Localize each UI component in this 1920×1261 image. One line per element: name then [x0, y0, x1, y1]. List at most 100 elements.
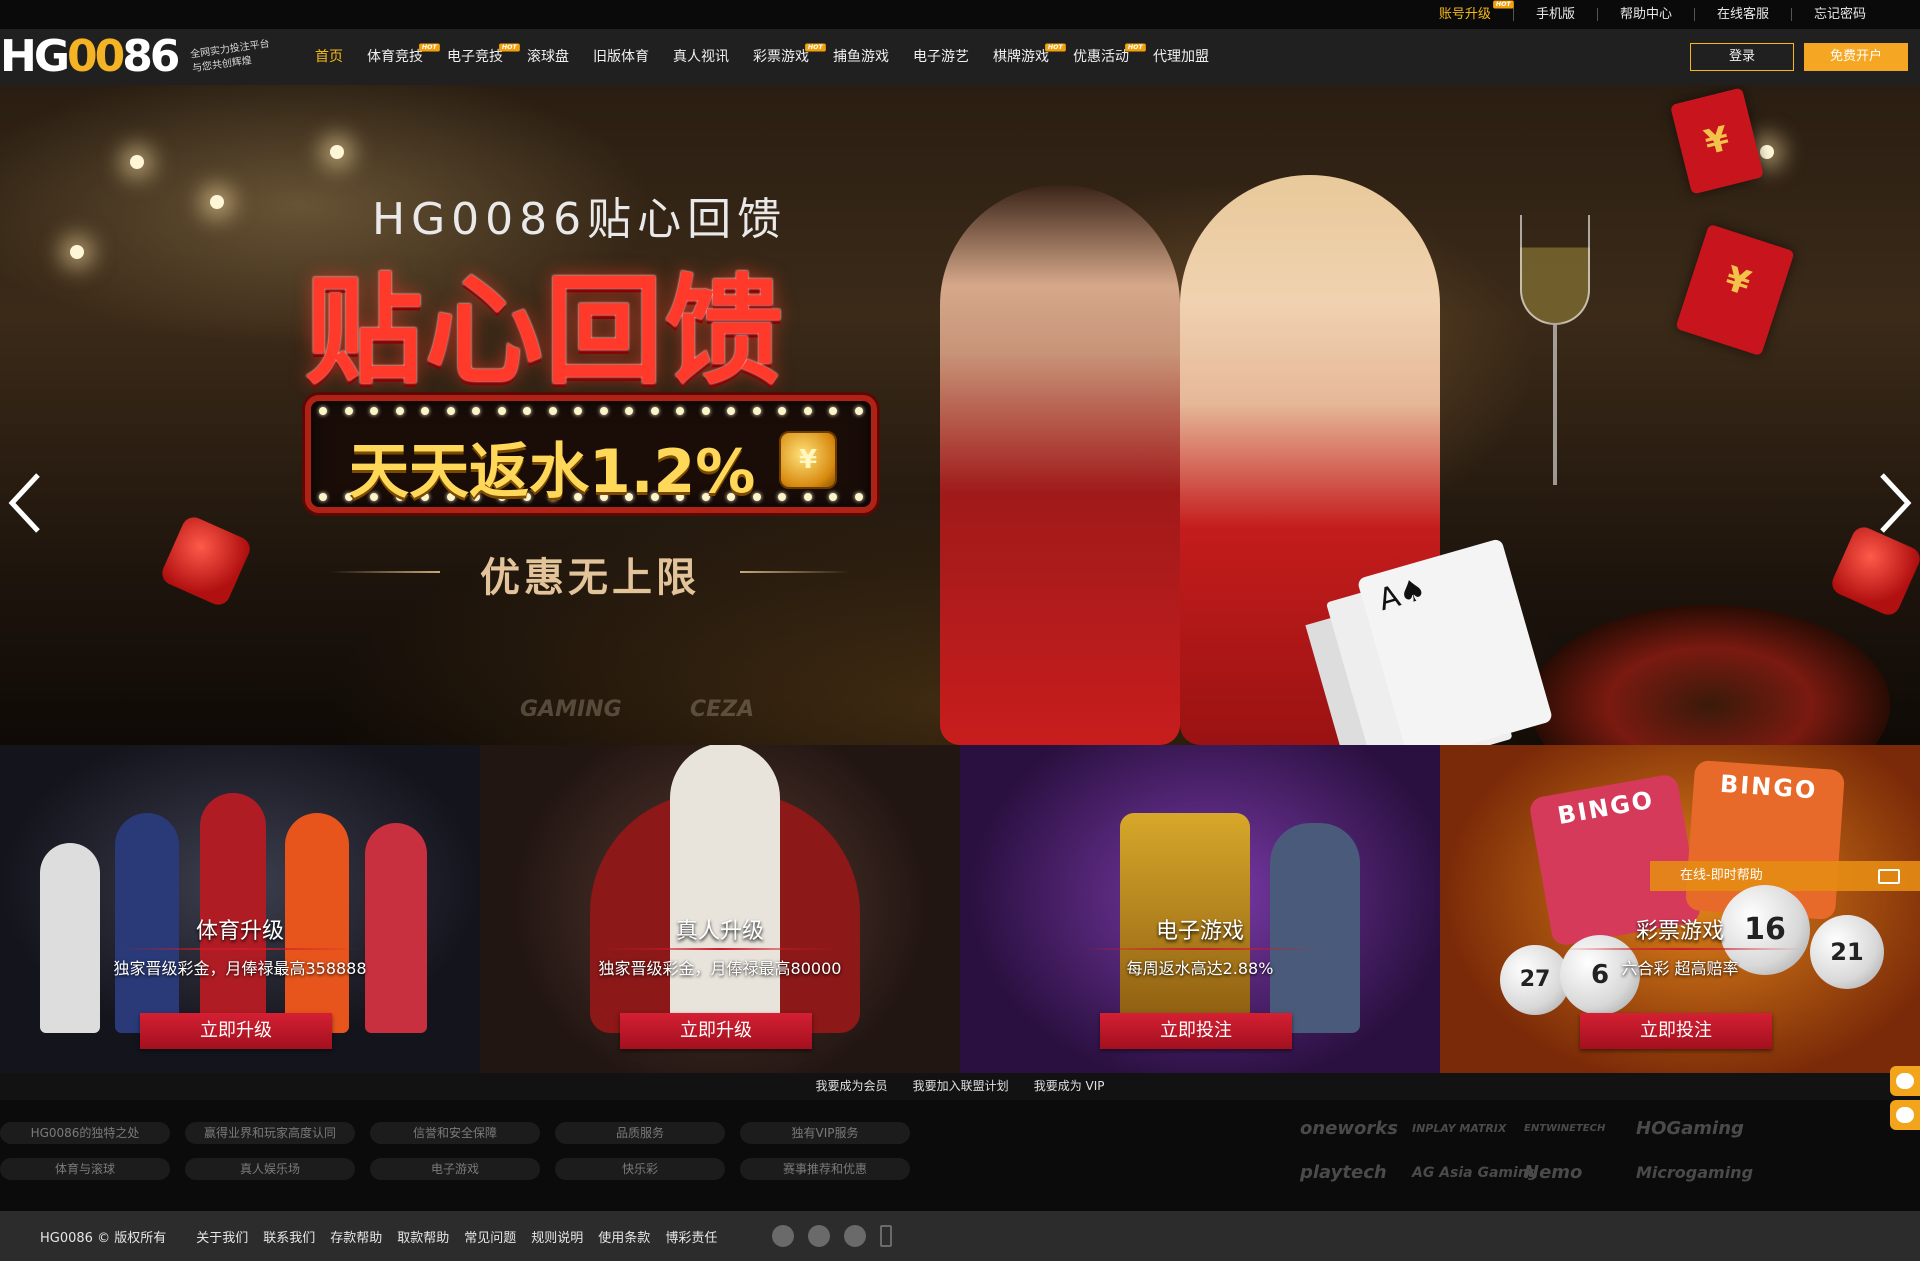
social-icons — [772, 1225, 893, 1247]
register-button[interactable]: 免费开户 — [1804, 43, 1908, 71]
nav-item-esports[interactable]: 电子竞技 HOT — [435, 29, 520, 85]
feature-pill[interactable]: HG0086的独特之处 — [0, 1122, 170, 1144]
nav-item-card-games[interactable]: 棋牌游戏 HOT — [981, 29, 1066, 85]
tile-description: 六合彩 超高赔率 — [1621, 959, 1739, 978]
partner-logo: Nemo — [1524, 1162, 1583, 1183]
feature-pill[interactable]: 独有VIP服务 — [740, 1122, 910, 1144]
logo-slogan: 全网实力投注平台 与您共创辉煌 — [190, 38, 273, 77]
logo-mark: HG0086 — [0, 31, 180, 82]
sponsor-logo: GAMING — [520, 697, 622, 722]
nav-item-sports[interactable]: 体育竞技 HOT — [355, 29, 440, 85]
dealer-figure — [670, 745, 780, 1033]
rebate-text: 天天返水1.2% — [349, 437, 756, 507]
help-center-link[interactable]: 帮助中心 — [1598, 0, 1694, 29]
carousel-prev-arrow[interactable] — [6, 471, 46, 535]
feature-pill[interactable]: 赛事推荐和优惠 — [740, 1158, 910, 1180]
online-support-link[interactable]: 在线客服 — [1695, 0, 1791, 29]
partner-logo: playtech — [1300, 1162, 1387, 1183]
bottom-bar: HG0086 © 版权所有 关于我们 联系我们 存款帮助 取款帮助 常见问题 规… — [0, 1211, 1920, 1261]
chat-icon — [1878, 869, 1900, 884]
feature-pill[interactable]: 电子游戏 — [370, 1158, 540, 1180]
upgrade-sports-button[interactable]: 立即升级 — [140, 1013, 332, 1049]
feature-pill[interactable]: 信誉和安全保障 — [370, 1122, 540, 1144]
nav-item-live-casino[interactable]: 真人视讯 — [661, 29, 741, 85]
partner-logo: INPLAY MATRIX — [1412, 1122, 1507, 1135]
login-button[interactable]: 登录 — [1690, 43, 1794, 71]
promo-tile-live-casino[interactable]: 真人升级 独家晋级彩金，月俸禄最高80000 立即升级 — [480, 745, 960, 1073]
forgot-password-link[interactable]: 忘记密码 — [1792, 0, 1888, 29]
wechat-icon — [1896, 1107, 1914, 1123]
weibo-icon[interactable] — [844, 1225, 867, 1247]
about-us-link[interactable]: 关于我们 — [196, 1227, 248, 1246]
promo-tile-slots[interactable]: 电子游戏 每周返水高达2.88% 立即投注 — [960, 745, 1440, 1073]
partner-logo: Microgaming — [1636, 1163, 1754, 1182]
upgrade-live-casino-button[interactable]: 立即升级 — [620, 1013, 812, 1049]
nav-item-fishing[interactable]: 捕鱼游戏 — [821, 29, 901, 85]
partner-logo: oneworks — [1300, 1118, 1398, 1139]
nav-item-affiliate[interactable]: 代理加盟 — [1141, 29, 1221, 85]
contact-us-link[interactable]: 联系我们 — [263, 1227, 315, 1246]
nav-item-lottery[interactable]: 彩票游戏 HOT — [741, 29, 826, 85]
upgrade-account-link[interactable]: 账号升级 HOT — [1417, 0, 1514, 29]
qq-icon[interactable] — [772, 1225, 795, 1247]
floating-wechat-icon[interactable] — [1890, 1100, 1920, 1130]
partner-logo: HOGaming — [1636, 1118, 1744, 1139]
deposit-help-link[interactable]: 存款帮助 — [330, 1227, 382, 1246]
partner-logo: ENTWINETECH — [1524, 1123, 1606, 1134]
red-envelope-icon: ¥ — [1675, 223, 1795, 357]
terms-link[interactable]: 使用条款 — [598, 1227, 650, 1246]
feature-pill[interactable]: 快乐彩 — [555, 1158, 725, 1180]
join-affiliate-link[interactable]: 我要加入联盟计划 — [913, 1073, 1009, 1100]
rebate-marquee: 天天返水1.2% ¥ — [305, 395, 877, 513]
floating-support-icon[interactable] — [1890, 1066, 1920, 1096]
nav-item-slots[interactable]: 电子游艺 — [901, 29, 981, 85]
tile-divider — [1560, 948, 1800, 950]
partner-logo: AG Asia Gaming — [1412, 1165, 1538, 1181]
become-member-link[interactable]: 我要成为会员 — [815, 1073, 887, 1100]
join-links-strip: 我要成为会员 我要加入联盟计划 我要成为 VIP — [0, 1073, 1920, 1100]
bet-lottery-button[interactable]: 立即投注 — [1580, 1013, 1772, 1049]
site-logo[interactable]: HG0086 全网实力投注平台 与您共创辉煌 — [0, 29, 271, 85]
red-envelope-icon: ¥ — [1669, 87, 1765, 195]
nav-item-promotions[interactable]: 优惠活动 HOT — [1061, 29, 1146, 85]
main-nav: HG0086 全网实力投注平台 与您共创辉煌 首页 体育竞技 HOT 电子竞技 HO… — [0, 29, 1920, 85]
nav-item-home[interactable]: 首页 — [303, 29, 355, 85]
feature-pills: HG0086的独特之处 赢得业界和玩家高度认同 信誉和安全保障 品质服务 独有V… — [0, 1122, 930, 1180]
utility-links: 账号升级 HOT 手机版 帮助中心 在线客服 忘记密码 — [1417, 0, 1888, 29]
tile-title: 体育升级 — [195, 919, 284, 944]
withdraw-help-link[interactable]: 取款帮助 — [397, 1227, 449, 1246]
tile-divider — [120, 948, 360, 950]
tile-description: 独家晋级彩金，月俸禄最高80000 — [598, 959, 842, 978]
promo-tile-sports[interactable]: 体育升级 独家晋级彩金，月俸禄最高358888 立即升级 — [0, 745, 480, 1073]
become-vip-link[interactable]: 我要成为 VIP — [1034, 1073, 1105, 1100]
copyright-text: HG0086 © 版权所有 — [40, 1230, 167, 1246]
hot-badge: HOT — [1493, 0, 1514, 9]
bet-slots-button[interactable]: 立即投注 — [1100, 1013, 1292, 1049]
nav-item-classic-sports[interactable]: 旧版体育 — [581, 29, 661, 85]
tile-title: 电子游戏 — [1155, 919, 1244, 944]
instant-help-bar[interactable]: 在线-即时帮助 — [1650, 861, 1920, 891]
carousel-next-arrow[interactable] — [1874, 471, 1914, 535]
feature-pill[interactable]: 体育与滚球 — [0, 1158, 170, 1180]
tile-title: 真人升级 — [675, 919, 764, 944]
champagne-glass-icon — [1520, 215, 1590, 515]
stadium-light — [210, 195, 224, 209]
promo-tiles: 体育升级 独家晋级彩金，月俸禄最高358888 立即升级 真人升级 独家晋级彩金… — [0, 745, 1920, 1073]
faq-link[interactable]: 常见问题 — [464, 1227, 516, 1246]
responsible-gaming-link[interactable]: 博彩责任 — [665, 1227, 717, 1246]
nav-item-inplay[interactable]: 滚球盘 — [515, 29, 581, 85]
feature-pill[interactable]: 赢得业界和玩家高度认同 — [185, 1122, 355, 1144]
stadium-light — [1760, 145, 1774, 159]
mobile-phone-icon[interactable] — [880, 1225, 893, 1247]
nav-menu: 首页 体育竞技 HOT 电子竞技 HOT 滚球盘 旧版体育 真人视讯 彩票游戏 HOT… — [303, 29, 1221, 85]
stadium-light — [70, 245, 84, 259]
sponsor-logo: CEZA — [690, 697, 755, 722]
rules-link[interactable]: 规则说明 — [531, 1227, 583, 1246]
hero-banner[interactable]: HG0086贴心回馈 贴心回馈 天天返水1.2% ¥ 优惠无上限 GAMING … — [0, 85, 1920, 745]
wechat-icon[interactable] — [808, 1225, 831, 1247]
mobile-version-link[interactable]: 手机版 — [1514, 0, 1597, 29]
promo-tile-lottery[interactable]: BINGO BINGO 在线-即时帮助 16 21 27 6 彩票游戏 六合彩 … — [1440, 745, 1920, 1073]
feature-pill[interactable]: 品质服务 — [555, 1122, 725, 1144]
tile-description: 每周返水高达2.88% — [1126, 959, 1274, 978]
feature-pill[interactable]: 真人娱乐场 — [185, 1158, 355, 1180]
